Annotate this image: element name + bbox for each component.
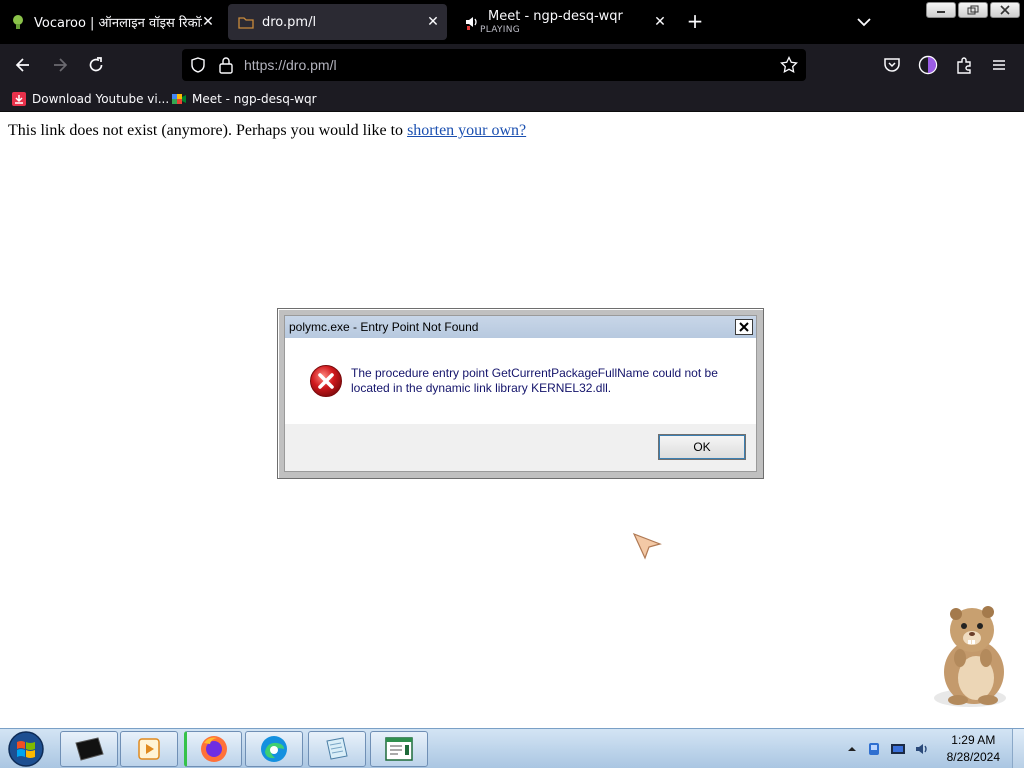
- clock-time: 1:29 AM: [951, 733, 996, 747]
- terminal-icon: [75, 737, 104, 761]
- folder-icon: [238, 17, 254, 29]
- reload-icon: [89, 57, 103, 72]
- dialog-body: The procedure entry point GetCurrentPack…: [285, 338, 756, 424]
- dialog-title-bar[interactable]: polymc.exe - Entry Point Not Found: [285, 316, 756, 338]
- back-button[interactable]: [12, 54, 34, 76]
- error-dialog: polymc.exe - Entry Point Not Found The p…: [277, 308, 764, 479]
- close-window-button[interactable]: [990, 2, 1020, 18]
- vocaroo-icon: [13, 15, 23, 29]
- account-icon: [918, 55, 938, 75]
- bookmark-item[interactable]: Meet - ngp-desq-wqr: [172, 90, 317, 108]
- taskbar-notepad[interactable]: [308, 731, 366, 767]
- close-icon: [1000, 5, 1010, 15]
- notepad-icon: [326, 737, 348, 760]
- taskbar-media-player[interactable]: [120, 731, 178, 767]
- forward-arrow-icon: [54, 58, 68, 72]
- tab-playing-label: PLAYING: [480, 25, 521, 35]
- taskbar-firefox[interactable]: [184, 731, 242, 767]
- network-icon[interactable]: [866, 741, 882, 757]
- hamster-pet-icon: [934, 606, 1006, 707]
- reload-button[interactable]: [85, 54, 107, 76]
- bookmark-label: Meet - ngp-desq-wqr: [192, 92, 317, 106]
- volume-icon[interactable]: [914, 741, 930, 757]
- show-hidden-icons-icon[interactable]: [844, 741, 860, 757]
- show-desktop-button[interactable]: [1012, 729, 1024, 768]
- pocket-button[interactable]: [881, 54, 903, 76]
- close-tab-icon[interactable]: ✕: [652, 14, 668, 30]
- taskbar-window-app[interactable]: [370, 731, 428, 767]
- tab-strip: Vocaroo | ऑनलाइन वॉइस रिकॉर्डर ✕ dro.pm/…: [0, 0, 1024, 44]
- dialog-footer: OK: [285, 424, 756, 471]
- bookmark-star-icon[interactable]: [780, 56, 798, 74]
- bookmarks-toolbar: Download Youtube vi... Meet - ngp-desq-w…: [0, 86, 1024, 112]
- firefox-icon: [201, 736, 227, 762]
- speaker-icon[interactable]: [464, 14, 480, 30]
- url-text: https://dro.pm/l: [244, 57, 337, 73]
- forward-button[interactable]: [49, 54, 71, 76]
- start-button[interactable]: [4, 729, 48, 768]
- download-icon: [12, 92, 26, 106]
- minimize-button[interactable]: [926, 2, 956, 18]
- taskbar-terminal[interactable]: [60, 731, 118, 767]
- shield-icon[interactable]: [190, 57, 206, 73]
- puzzle-icon: [957, 57, 971, 74]
- extensions-button[interactable]: [953, 54, 975, 76]
- tab-meet[interactable]: Meet - ngp-desq-wqr PLAYING ✕: [454, 4, 674, 40]
- edge-icon: [261, 736, 287, 762]
- close-tab-icon[interactable]: ✕: [425, 14, 441, 30]
- system-clock[interactable]: 1:29 AM 8/28/2024: [947, 732, 1000, 766]
- close-icon: [739, 322, 749, 332]
- window-controls: [926, 2, 1020, 20]
- new-tab-button[interactable]: +: [684, 10, 706, 32]
- tab-title: Meet - ngp-desq-wqr: [488, 8, 623, 24]
- lock-icon[interactable]: [218, 56, 234, 74]
- account-button[interactable]: [917, 54, 939, 76]
- restore-button[interactable]: [958, 2, 988, 18]
- bookmark-label: Download Youtube vi...: [32, 92, 170, 106]
- taskbar: 1:29 AM 8/28/2024: [0, 728, 1024, 768]
- menu-button[interactable]: [988, 54, 1010, 76]
- address-bar[interactable]: https://dro.pm/l: [182, 49, 806, 81]
- hamburger-menu-icon: [993, 60, 1005, 70]
- windows-logo-icon: [8, 731, 44, 767]
- google-meet-icon: [172, 94, 186, 104]
- dialog-frame: polymc.exe - Entry Point Not Found The p…: [284, 315, 757, 472]
- mouse-cursor-icon: [632, 532, 662, 560]
- system-tray: [842, 729, 962, 768]
- close-tab-icon[interactable]: ✕: [200, 14, 216, 30]
- display-icon[interactable]: [890, 741, 906, 757]
- tab-dro-pm[interactable]: dro.pm/l ✕: [228, 4, 447, 40]
- ok-button[interactable]: OK: [658, 434, 746, 460]
- minimize-icon: [937, 11, 945, 13]
- back-arrow-icon: [15, 58, 29, 72]
- pocket-icon: [884, 58, 900, 72]
- not-found-message: This link does not exist (anymore). Perh…: [8, 122, 526, 140]
- restore-icon: [967, 5, 979, 15]
- clock-date: 8/28/2024: [946, 750, 1000, 764]
- taskbar-edge[interactable]: [245, 731, 303, 767]
- bookmark-item[interactable]: Download Youtube vi...: [12, 90, 169, 108]
- tab-vocaroo[interactable]: Vocaroo | ऑनलाइन वॉइस रिकॉर्डर ✕: [0, 4, 222, 40]
- list-all-tabs-icon[interactable]: [854, 12, 874, 32]
- error-icon: [310, 365, 342, 397]
- media-player-icon: [138, 738, 160, 760]
- navigation-toolbar: https://dro.pm/l: [0, 44, 1024, 86]
- window-app-icon: [385, 737, 413, 761]
- dialog-title: polymc.exe - Entry Point Not Found: [289, 320, 479, 334]
- dialog-close-button[interactable]: [735, 319, 753, 335]
- tab-title: dro.pm/l: [262, 14, 317, 30]
- shorten-link[interactable]: shorten your own?: [407, 122, 526, 139]
- dialog-message: The procedure entry point GetCurrentPack…: [351, 366, 718, 395]
- message-text: This link does not exist (anymore). Perh…: [8, 122, 408, 139]
- tab-title: Vocaroo | ऑनलाइन वॉइस रिकॉर्डर: [34, 16, 202, 31]
